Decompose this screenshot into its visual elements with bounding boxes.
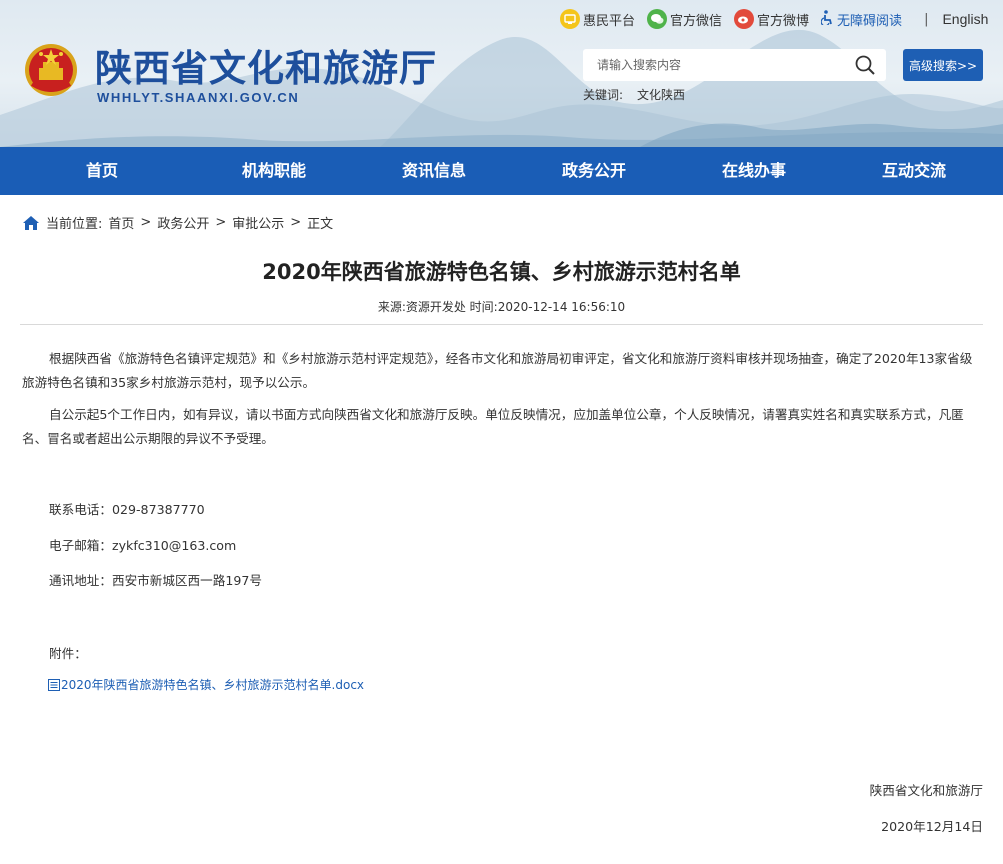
attachment-link[interactable]: 2020年陕西省旅游特色名镇、乡村旅游示范村名单.docx [48,676,364,693]
main-nav: 首页 机构职能 资讯信息 政务公开 在线办事 互动交流 [0,147,1003,195]
article-paragraph: 根据陕西省《旅游特色名镇评定规范》和《乡村旅游示范村评定规范》，经各市文化和旅游… [22,351,973,390]
national-emblem-icon [25,44,77,96]
title-divider [20,324,983,325]
english-link[interactable]: English [942,11,988,27]
accessibility-link[interactable]: 无障碍阅读 [820,9,903,29]
breadcrumb-label: 当前位置: [46,217,103,232]
article-paragraph: 自公示起5个工作日内，如有异议，请以书面方式向陕西省文化和旅游厅反映。单位反映情… [22,407,964,446]
attachment-label: 附件： [49,646,87,661]
weibo-icon [734,9,755,29]
search-icon[interactable] [854,54,876,76]
search-input[interactable] [597,56,837,74]
nav-item-interaction[interactable]: 互动交流 [834,147,994,195]
keywords: 关键词: 文化陕西 [583,86,685,103]
nav-item-functions[interactable]: 机构职能 [194,147,354,195]
contact-email: 电子邮箱：zykfc310@163.com [49,538,237,553]
toplinks-separator: | [924,11,929,27]
breadcrumb-separator: > [290,215,302,230]
article-meta: 来源:资源开发处 时间:2020-12-14 16:56:10 [377,300,626,314]
home-icon [23,215,39,230]
weibo-label: 官方微博 [757,13,810,29]
article-title: 2020年陕西省旅游特色名镇、乡村旅游示范村名单 [262,260,741,284]
breadcrumb-government-affairs[interactable]: 政务公开 [157,213,209,232]
accessibility-icon [820,9,833,29]
keyword-link[interactable]: 文化陕西 [637,88,685,102]
document-icon [48,678,60,691]
top-links: 惠民平台 官方微信 官方微博 无障碍阅读 | English [560,8,988,30]
contact-address: 通讯地址：西安市新城区西一路197号 [49,573,262,588]
wechat-link[interactable]: 官方微信 [647,9,722,29]
breadcrumb-approval-notice[interactable]: 审批公示 [232,213,284,232]
huimin-platform-link[interactable]: 惠民平台 [560,9,635,29]
breadcrumb: 当前位置: 首页 > 政务公开 > 审批公示 > 正文 [22,213,333,232]
keywords-label: 关键词: [583,88,624,102]
contact-phone: 联系电话：029-87387770 [49,502,205,517]
attachment-filename[interactable]: 2020年陕西省旅游特色名镇、乡村旅游示范村名单.docx [61,676,364,693]
breadcrumb-separator: > [215,215,227,230]
nav-item-government-affairs[interactable]: 政务公开 [514,147,674,195]
breadcrumb-separator: > [140,215,152,230]
site-header: 陕西省文化和旅游厅 WHHLYT.SHAANXI.GOV.CN 惠民平台 官方微… [0,0,1003,147]
huimin-icon [560,9,580,29]
weibo-link[interactable]: 官方微博 [734,9,809,29]
breadcrumb-home[interactable]: 首页 [108,213,134,232]
huimin-label: 惠民平台 [583,13,636,29]
search-box [583,49,886,81]
signature-org: 陕西省文化和旅游厅 [869,783,983,798]
site-title[interactable]: 陕西省文化和旅游厅 [95,38,437,92]
nav-item-news[interactable]: 资讯信息 [354,147,514,195]
signature-date: 2020年12月14日 [881,819,983,834]
nav-item-home[interactable]: 首页 [12,147,194,195]
nav-item-online-services[interactable]: 在线办事 [674,147,834,195]
wechat-icon [647,9,668,29]
breadcrumb-current: 正文 [307,217,334,232]
advanced-search-button[interactable]: 高级搜索>> [903,49,983,81]
wechat-label: 官方微信 [670,13,723,29]
site-domain: WHHLYT.SHAANXI.GOV.CN [97,90,300,105]
accessibility-label: 无障碍阅读 [837,13,903,29]
